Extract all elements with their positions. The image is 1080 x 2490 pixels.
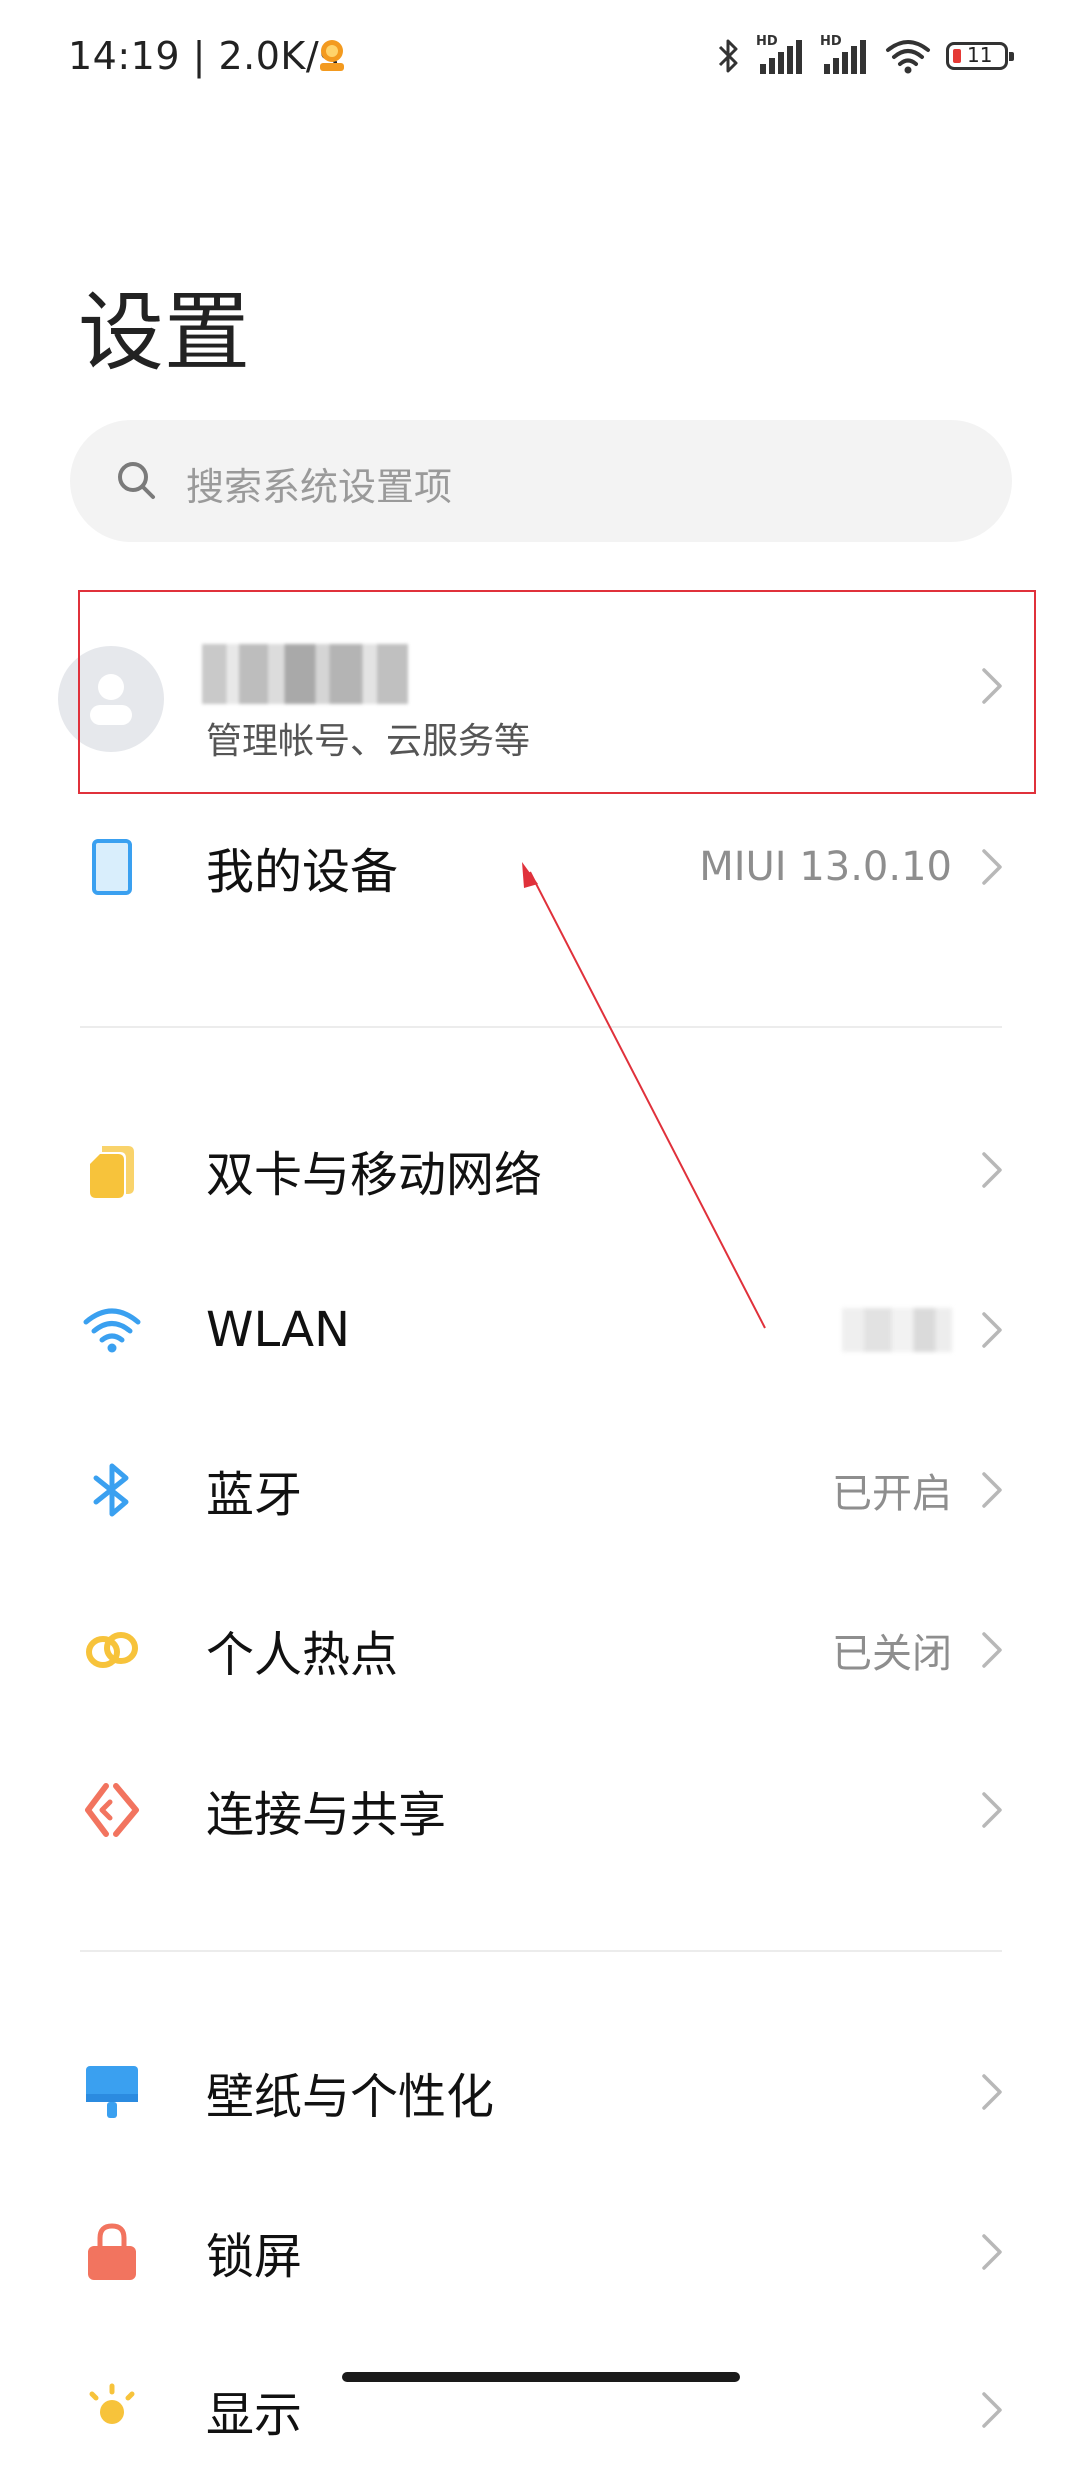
- chevron-right-icon: [982, 1312, 1002, 1348]
- signal-1-icon: HD: [756, 34, 806, 78]
- sim-card-icon: [90, 1146, 134, 1198]
- settings-item-label: 显示: [206, 2387, 303, 2443]
- section-divider: [80, 1950, 1002, 1952]
- status-icons: HD HD 11: [716, 34, 1014, 78]
- search-input[interactable]: 搜索系统设置项: [70, 420, 1012, 542]
- chevron-right-icon: [982, 1792, 1002, 1828]
- chevron-right-icon: [982, 1472, 1002, 1508]
- settings-item-wallpaper[interactable]: 壁纸与个性化: [0, 2012, 1080, 2172]
- settings-item-value: 已关闭: [832, 1631, 952, 1677]
- settings-item-label: 锁屏: [206, 2229, 303, 2285]
- hd-label: HD: [756, 34, 778, 49]
- hotspot-icon: [86, 1632, 138, 1668]
- chevron-right-icon: [982, 2392, 1002, 2428]
- chevron-right-icon: [982, 1152, 1002, 1188]
- settings-item-sim[interactable]: 双卡与移动网络: [0, 1090, 1080, 1250]
- settings-item-value: 已开启: [832, 1471, 952, 1517]
- connection-share-icon: [85, 1783, 139, 1837]
- settings-item-my-device[interactable]: 我的设备 MIUI 13.0.10: [0, 787, 1080, 947]
- page-title: 设置: [78, 283, 250, 383]
- settings-item-value: MIUI 13.0.10: [699, 844, 952, 890]
- status-bar: 14:19 | 2.0K/s HD HD 11: [0, 0, 1080, 120]
- status-time-speed: 14:19 | 2.0K/s: [68, 34, 340, 78]
- battery-icon: 11: [946, 42, 1014, 70]
- settings-item-wlan[interactable]: WLAN: [0, 1250, 1080, 1410]
- settings-item-label: 连接与共享: [206, 1787, 447, 1843]
- home-indicator[interactable]: [342, 2372, 740, 2382]
- hd-label: HD: [820, 34, 842, 49]
- settings-item-label: 我的设备: [206, 844, 399, 900]
- settings-item-lock-screen[interactable]: 锁屏: [0, 2172, 1080, 2332]
- wifi-status-icon: [886, 40, 930, 74]
- settings-item-bluetooth[interactable]: 蓝牙 已开启: [0, 1410, 1080, 1570]
- chevron-right-icon: [982, 2074, 1002, 2110]
- settings-item-label: 蓝牙: [206, 1467, 303, 1523]
- battery-level: 11: [967, 43, 993, 67]
- wallpaper-icon: [86, 2066, 138, 2118]
- settings-item-label: WLAN: [206, 1302, 351, 1358]
- settings-item-display[interactable]: 显示: [0, 2330, 1080, 2490]
- signal-2-icon: HD: [820, 34, 870, 78]
- notification-app-icon: [320, 40, 344, 71]
- display-icon: [89, 2383, 135, 2424]
- device-icon: [92, 839, 132, 895]
- chevron-right-icon: [982, 849, 1002, 885]
- lock-icon: [88, 2223, 136, 2280]
- chevron-right-icon: [982, 1632, 1002, 1668]
- settings-item-label: 个人热点: [206, 1627, 399, 1683]
- chevron-right-icon: [982, 2234, 1002, 2270]
- settings-item-label: 双卡与移动网络: [206, 1147, 543, 1203]
- settings-item-hotspot[interactable]: 个人热点 已关闭: [0, 1570, 1080, 1730]
- bluetooth-icon: [93, 1463, 129, 1517]
- section-divider: [80, 1026, 1002, 1028]
- highlight-box: [78, 590, 1036, 794]
- wifi-network-name-blurred: [842, 1308, 952, 1352]
- settings-item-connection-share[interactable]: 连接与共享: [0, 1730, 1080, 1890]
- wifi-icon: [83, 1308, 141, 1353]
- search-icon: [118, 462, 155, 499]
- settings-item-label: 壁纸与个性化: [206, 2069, 495, 2125]
- bluetooth-status-icon: [718, 39, 738, 73]
- search-placeholder: 搜索系统设置项: [186, 465, 453, 509]
